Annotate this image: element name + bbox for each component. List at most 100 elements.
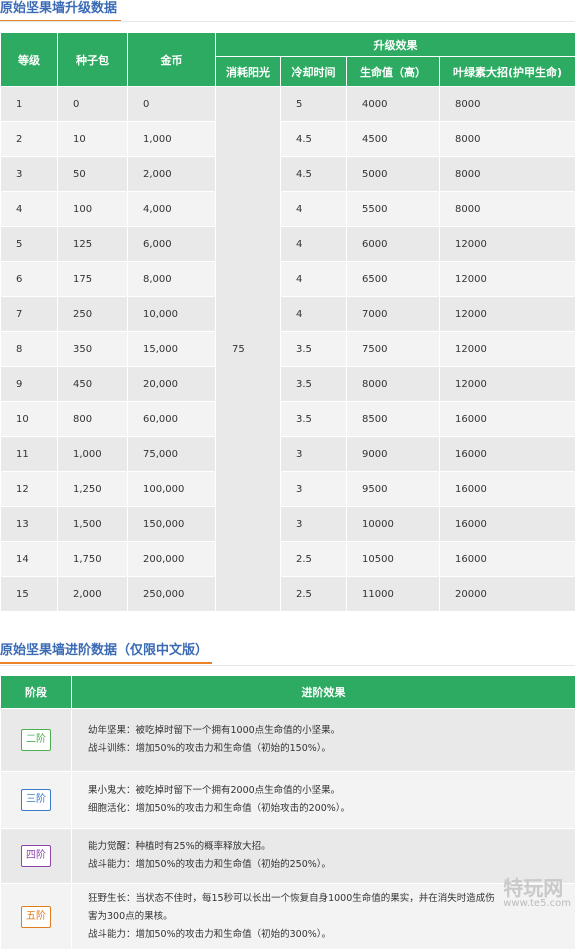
table-row: 五阶狂野生长：当状态不佳时，每15秒可以长出一个恢复自身1000生命值的果实，并… xyxy=(1,884,575,950)
cell-cooldown: 5 xyxy=(281,87,347,122)
cell-ultimate: 8000 xyxy=(440,87,575,122)
cell-hp: 4000 xyxy=(347,87,440,122)
cell-stage: 二阶 xyxy=(1,709,72,772)
table-row: 835015,0003.5750012000 xyxy=(1,332,575,367)
header-advance-effect: 进阶效果 xyxy=(72,676,575,709)
cell-ultimate: 16000 xyxy=(440,402,575,437)
cell-ultimate: 8000 xyxy=(440,122,575,157)
cell-ultimate: 12000 xyxy=(440,332,575,367)
cell-hp: 7500 xyxy=(347,332,440,367)
cell-seeds: 100 xyxy=(58,192,128,227)
cell-gold: 8,000 xyxy=(128,262,216,297)
cell-gold: 60,000 xyxy=(128,402,216,437)
cell-cooldown: 4.5 xyxy=(281,122,347,157)
cell-hp: 9000 xyxy=(347,437,440,472)
stage-badge: 三阶 xyxy=(21,789,51,811)
cell-level: 3 xyxy=(1,157,58,192)
table-row: 10075540008000 xyxy=(1,87,575,122)
cell-seeds: 2,000 xyxy=(58,577,128,612)
cell-gold: 15,000 xyxy=(128,332,216,367)
header-ultimate: 叶绿素大招(护甲生命) xyxy=(440,57,575,87)
cell-cooldown: 3 xyxy=(281,437,347,472)
cell-level: 1 xyxy=(1,87,58,122)
section-title-upgrade: 原始坚果墙升级数据 xyxy=(0,0,121,22)
table-row: 四阶能力觉醒：种植时有25%的概率释放大招。战斗能力：增加50%的攻击力和生命值… xyxy=(1,829,575,884)
cell-stage: 四阶 xyxy=(1,829,72,884)
table-row: 945020,0003.5800012000 xyxy=(1,367,575,402)
effect-line: 害为300点的果核。 xyxy=(88,908,575,926)
cell-gold: 4,000 xyxy=(128,192,216,227)
cell-cooldown: 2.5 xyxy=(281,577,347,612)
cell-hp: 11000 xyxy=(347,577,440,612)
header-sun-cost: 消耗阳光 xyxy=(216,57,281,87)
effect-line: 战斗能力：增加50%的攻击力和生命值（初始的250%）。 xyxy=(88,856,575,874)
stage-badge: 二阶 xyxy=(21,729,51,751)
cell-hp: 6000 xyxy=(347,227,440,262)
table-row: 61758,000 4650012000 xyxy=(1,262,575,297)
cell-level: 11 xyxy=(1,437,58,472)
table-row: 41004,000455008000 xyxy=(1,192,575,227)
section-title-advance: 原始坚果墙进阶数据（仅限中文版） xyxy=(0,642,212,664)
cell-ultimate: 16000 xyxy=(440,542,575,577)
cell-hp: 8000 xyxy=(347,367,440,402)
cell-level: 14 xyxy=(1,542,58,577)
header-stage: 阶段 xyxy=(1,676,72,709)
watermark-brand: 特玩网 xyxy=(503,878,571,898)
cell-hp: 4500 xyxy=(347,122,440,157)
header-cooldown: 冷却时间 xyxy=(281,57,347,87)
table-row: 725010,0004700012000 xyxy=(1,297,575,332)
cell-hp: 6500 xyxy=(347,262,440,297)
cell-hp: 5000 xyxy=(347,157,440,192)
cell-advance-effect: 狂野生长：当状态不佳时，每15秒可以长出一个恢复自身1000生命值的果实，并在消… xyxy=(72,884,575,950)
table-row: 152,000250,0002.51100020000 xyxy=(1,577,575,612)
cell-hp: 9500 xyxy=(347,472,440,507)
cell-gold: 1,000 xyxy=(128,122,216,157)
cell-seeds: 1,000 xyxy=(58,437,128,472)
cell-seeds: 10 xyxy=(58,122,128,157)
cell-level: 6 xyxy=(1,262,58,297)
cell-level: 7 xyxy=(1,297,58,332)
upgrade-table: 等级 种子包 金币 升级效果 消耗阳光 冷却时间 生命值（高） 叶绿素大招(护甲… xyxy=(0,32,575,612)
cell-gold: 2,000 xyxy=(128,157,216,192)
cell-gold: 100,000 xyxy=(128,472,216,507)
cell-advance-effect: 果小鬼大：被吃掉时留下一个拥有2000点生命值的小坚果。细胞活化：增加50%的攻… xyxy=(72,772,575,829)
cell-seeds: 175 xyxy=(58,262,128,297)
table-row: 三阶果小鬼大：被吃掉时留下一个拥有2000点生命值的小坚果。细胞活化：增加50%… xyxy=(1,772,575,829)
header-gold: 金币 xyxy=(128,33,216,87)
cell-gold: 200,000 xyxy=(128,542,216,577)
cell-cooldown: 3.5 xyxy=(281,402,347,437)
header-upgrade-effect: 升级效果 xyxy=(216,33,575,57)
effect-line: 狂野生长：当状态不佳时，每15秒可以长出一个恢复自身1000生命值的果实，并在消… xyxy=(88,890,575,908)
cell-seeds: 50 xyxy=(58,157,128,192)
cell-gold: 6,000 xyxy=(128,227,216,262)
cell-hp: 5500 xyxy=(347,192,440,227)
cell-level: 10 xyxy=(1,402,58,437)
table-row: 二阶幼年坚果：被吃掉时留下一个拥有1000点生命值的小坚果。战斗训练：增加50%… xyxy=(1,709,575,772)
section-divider xyxy=(0,21,575,22)
cell-ultimate: 16000 xyxy=(440,437,575,472)
cell-ultimate: 12000 xyxy=(440,262,575,297)
stage-badge: 四阶 xyxy=(21,845,51,867)
cell-advance-effect: 能力觉醒：种植时有25%的概率释放大招。战斗能力：增加50%的攻击力和生命值（初… xyxy=(72,829,575,884)
advance-table: 阶段 进阶效果 二阶幼年坚果：被吃掉时留下一个拥有1000点生命值的小坚果。战斗… xyxy=(0,675,575,950)
watermark: 特玩网 www.te5.com xyxy=(503,878,571,909)
cell-gold: 250,000 xyxy=(128,577,216,612)
cell-seeds: 800 xyxy=(58,402,128,437)
cell-cooldown: 3.5 xyxy=(281,332,347,367)
table-row: 121,250100,0003950016000 xyxy=(1,472,575,507)
table-row: 51256,0004600012000 xyxy=(1,227,575,262)
cell-seeds: 1,250 xyxy=(58,472,128,507)
cell-cooldown: 4.5 xyxy=(281,157,347,192)
cell-hp: 7000 xyxy=(347,297,440,332)
cell-ultimate: 8000 xyxy=(440,192,575,227)
section-divider xyxy=(0,665,575,666)
cell-cooldown: 4 xyxy=(281,262,347,297)
cell-ultimate: 12000 xyxy=(440,227,575,262)
cell-seeds: 1,750 xyxy=(58,542,128,577)
cell-level: 13 xyxy=(1,507,58,542)
cell-ultimate: 16000 xyxy=(440,472,575,507)
cell-seeds: 350 xyxy=(58,332,128,367)
header-hp: 生命值（高） xyxy=(347,57,440,87)
cell-advance-effect: 幼年坚果：被吃掉时留下一个拥有1000点生命值的小坚果。战斗训练：增加50%的攻… xyxy=(72,709,575,772)
cell-hp: 10500 xyxy=(347,542,440,577)
